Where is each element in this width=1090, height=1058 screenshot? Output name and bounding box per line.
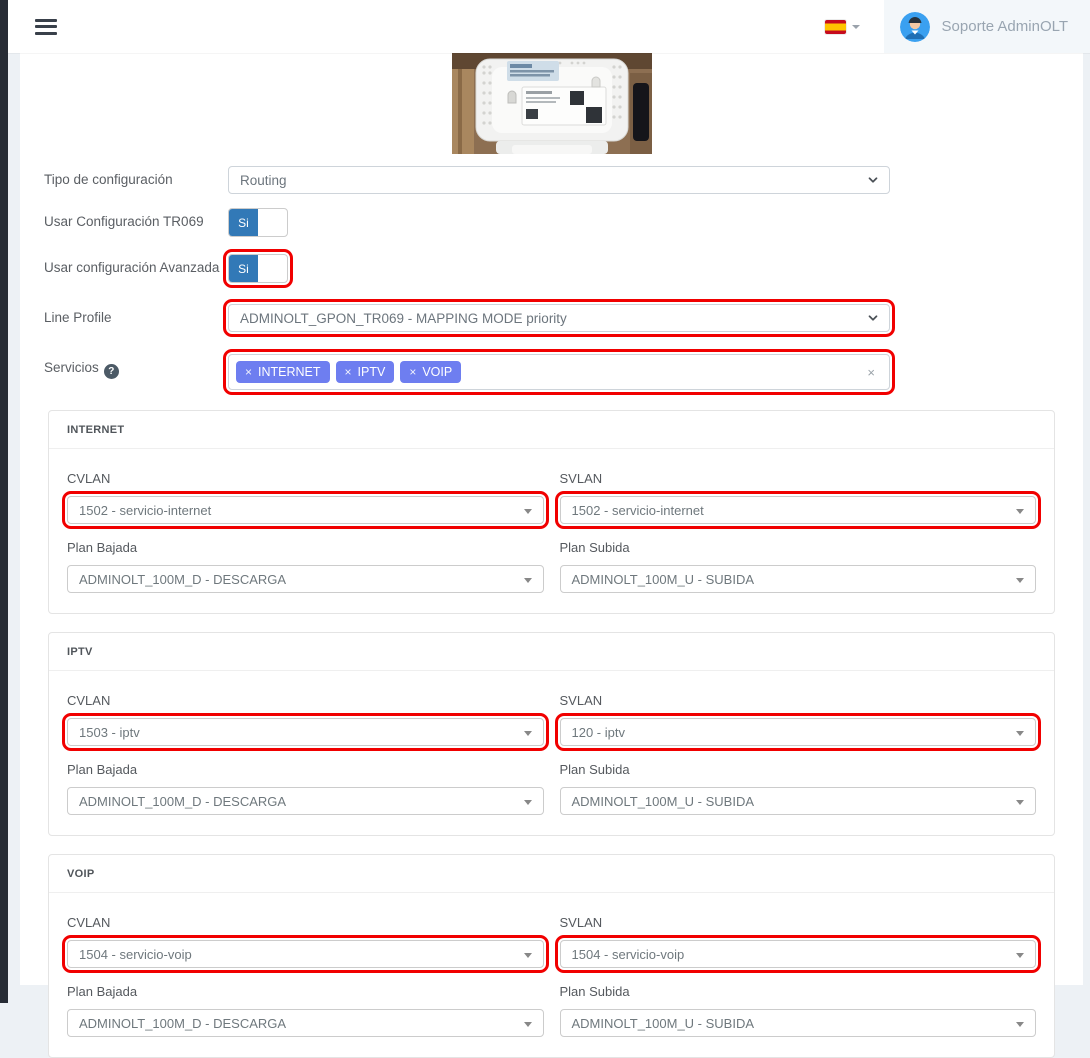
remove-tag-icon[interactable]: ×: [345, 365, 352, 379]
plan-bajada-label: Plan Bajada: [67, 984, 544, 999]
section-iptv: IPTV CVLAN 1503 - iptv SVLAN 120 - iptv …: [48, 632, 1055, 836]
tr069-label: Usar Configuración TR069: [44, 208, 228, 229]
caret-down-icon: [524, 800, 532, 805]
voip-svlan-select[interactable]: 1504 - servicio-voip: [560, 940, 1037, 968]
iptv-plan-bajada-select[interactable]: ADMINOLT_100M_D - DESCARGA: [67, 787, 544, 815]
avatar: [900, 12, 930, 42]
section-voip: VOIP CVLAN 1504 - servicio-voip SVLAN 15…: [48, 854, 1055, 1058]
cvlan-label: CVLAN: [67, 471, 544, 486]
plan-bajada-label: Plan Bajada: [67, 762, 544, 777]
plan-subida-label: Plan Subida: [560, 540, 1037, 555]
row-config-type: Tipo de configuración Routing: [20, 166, 1083, 194]
collapsed-sidebar: [0, 0, 8, 1003]
row-services: Servicios? ×INTERNET ×IPTV ×VOIP ×: [20, 354, 1083, 390]
line-profile-select[interactable]: ADMINOLT_GPON_TR069 - MAPPING MODE prior…: [228, 304, 890, 332]
section-title: VOIP: [49, 855, 1054, 893]
iptv-svlan-select[interactable]: 120 - iptv: [560, 718, 1037, 746]
voip-plan-bajada-select[interactable]: ADMINOLT_100M_D - DESCARGA: [67, 1009, 544, 1037]
caret-down-icon: [852, 25, 860, 29]
help-question-icon[interactable]: ?: [104, 364, 119, 379]
svlan-label: SVLAN: [560, 471, 1037, 486]
chevron-down-icon: [866, 173, 880, 190]
caret-down-icon: [1016, 1022, 1024, 1027]
user-name: Soporte AdminOLT: [942, 18, 1068, 35]
section-internet: INTERNET CVLAN 1502 - servicio-internet …: [48, 410, 1055, 614]
caret-down-icon: [1016, 731, 1024, 736]
tag-internet[interactable]: ×INTERNET: [236, 361, 330, 383]
user-menu[interactable]: Soporte AdminOLT: [884, 0, 1090, 53]
internet-plan-bajada-select[interactable]: ADMINOLT_100M_D - DESCARGA: [67, 565, 544, 593]
voip-plan-subida-select[interactable]: ADMINOLT_100M_U - SUBIDA: [560, 1009, 1037, 1037]
tag-voip[interactable]: ×VOIP: [400, 361, 461, 383]
topbar: Soporte AdminOLT: [8, 0, 1090, 53]
caret-down-icon: [524, 953, 532, 958]
line-profile-label: Line Profile: [44, 304, 228, 325]
row-tr069: Usar Configuración TR069 Si: [20, 208, 1083, 237]
voip-cvlan-select[interactable]: 1504 - servicio-voip: [67, 940, 544, 968]
advanced-toggle[interactable]: Si: [228, 254, 288, 283]
config-type-select[interactable]: Routing: [228, 166, 890, 194]
tr069-toggle[interactable]: Si: [228, 208, 288, 237]
internet-plan-subida-select[interactable]: ADMINOLT_100M_U - SUBIDA: [560, 565, 1037, 593]
iptv-cvlan-select[interactable]: 1503 - iptv: [67, 718, 544, 746]
tag-iptv[interactable]: ×IPTV: [336, 361, 395, 383]
plan-subida-label: Plan Subida: [560, 762, 1037, 777]
advanced-label: Usar configuración Avanzada: [44, 254, 228, 275]
iptv-plan-subida-select[interactable]: ADMINOLT_100M_U - SUBIDA: [560, 787, 1037, 815]
config-type-label: Tipo de configuración: [44, 166, 228, 187]
plan-bajada-label: Plan Bajada: [67, 540, 544, 555]
section-title: INTERNET: [49, 411, 1054, 449]
plan-subida-label: Plan Subida: [560, 984, 1037, 999]
hamburger-menu-icon[interactable]: [35, 19, 57, 35]
remove-tag-icon[interactable]: ×: [245, 365, 252, 379]
section-title: IPTV: [49, 633, 1054, 671]
caret-down-icon: [524, 578, 532, 583]
cvlan-label: CVLAN: [67, 915, 544, 930]
caret-down-icon: [1016, 953, 1024, 958]
row-line-profile: Line Profile ADMINOLT_GPON_TR069 - MAPPI…: [20, 304, 1083, 332]
cvlan-label: CVLAN: [67, 693, 544, 708]
caret-down-icon: [524, 509, 532, 514]
services-label: Servicios?: [44, 354, 228, 379]
ont-device-photo: [452, 53, 652, 154]
svlan-label: SVLAN: [560, 693, 1037, 708]
row-advanced: Usar configuración Avanzada Si: [20, 254, 1083, 283]
spain-flag-icon: [825, 20, 846, 34]
caret-down-icon: [524, 1022, 532, 1027]
services-multiselect[interactable]: ×INTERNET ×IPTV ×VOIP ×: [228, 354, 890, 390]
internet-cvlan-select[interactable]: 1502 - servicio-internet: [67, 496, 544, 524]
caret-down-icon: [524, 731, 532, 736]
content-card: Tipo de configuración Routing Usar Confi…: [20, 53, 1083, 985]
internet-svlan-select[interactable]: 1502 - servicio-internet: [560, 496, 1037, 524]
caret-down-icon: [1016, 800, 1024, 805]
remove-tag-icon[interactable]: ×: [409, 365, 416, 379]
caret-down-icon: [1016, 578, 1024, 583]
language-dropdown[interactable]: [825, 20, 860, 34]
svlan-label: SVLAN: [560, 915, 1037, 930]
caret-down-icon: [1016, 509, 1024, 514]
chevron-down-icon: [866, 311, 880, 328]
clear-all-icon[interactable]: ×: [865, 365, 877, 380]
